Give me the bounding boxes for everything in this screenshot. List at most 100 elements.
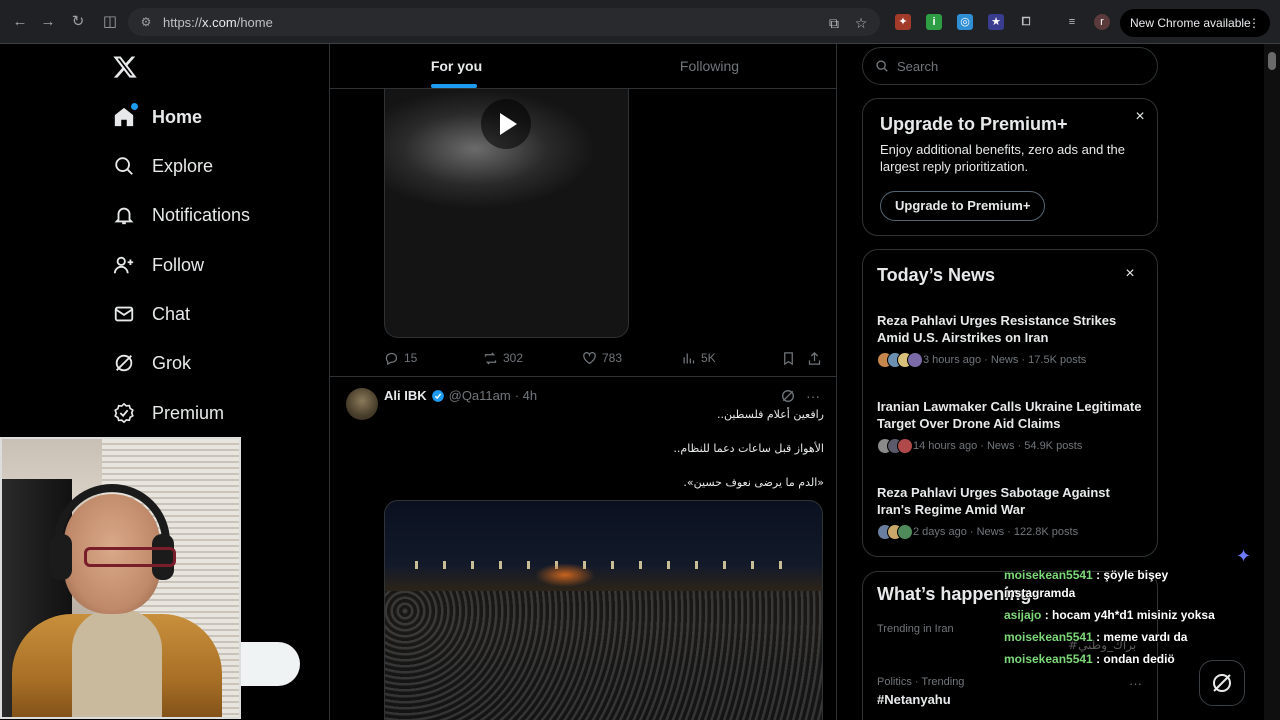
nav-label: Explore: [152, 155, 214, 176]
news-item[interactable]: Iranian Lawmaker Calls Ukraine Legitimat…: [877, 398, 1147, 454]
post-time[interactable]: · 4h: [515, 388, 537, 403]
nav-chat[interactable]: Chat: [112, 298, 190, 330]
chat-message: moisekean5541 : meme vardı da: [1004, 630, 1188, 644]
share-button[interactable]: [807, 348, 827, 368]
views-button[interactable]: 5K: [681, 348, 716, 368]
post-media[interactable]: [384, 500, 823, 720]
timeline-tabs: For you Following: [330, 44, 836, 89]
reply-icon: [385, 352, 398, 365]
forward-icon[interactable]: →: [38, 12, 58, 32]
nav-home[interactable]: Home: [112, 101, 202, 133]
media-fire-glow: [535, 563, 595, 587]
like-button[interactable]: 783: [582, 348, 622, 368]
extension-info-icon[interactable]: i: [926, 14, 942, 30]
site-settings-icon[interactable]: ⚙: [138, 14, 154, 30]
reply-button[interactable]: 15: [384, 348, 417, 368]
chat-message: moisekean5541 : şöyle bişey: [1004, 568, 1169, 582]
repost-button[interactable]: 302: [483, 348, 523, 368]
tab-following[interactable]: Following: [583, 44, 836, 89]
timeline: For you Following 15 302 783 5K Ali IBK …: [329, 44, 837, 720]
page-scrollbar[interactable]: [1264, 44, 1280, 720]
news-headline: Reza Pahlavi Urges Sabotage Against Iran…: [877, 485, 1110, 517]
chat-message: instagramda: [1004, 586, 1076, 600]
post-menu: ···: [780, 388, 820, 404]
trend-context[interactable]: Trending in Iran: [877, 623, 954, 635]
trend-context[interactable]: Politics · Trending: [877, 676, 964, 688]
more-icon[interactable]: ···: [806, 388, 820, 404]
news-item[interactable]: Reza Pahlavi Urges Sabotage Against Iran…: [877, 484, 1147, 540]
bell-icon: [112, 203, 136, 227]
author-name[interactable]: Ali IBK: [384, 388, 427, 403]
nav-label: Chat: [152, 303, 191, 324]
search-input[interactable]: Search: [862, 47, 1158, 85]
avatar[interactable]: [346, 388, 378, 420]
headset-earcup: [50, 534, 72, 580]
post-divider: [330, 376, 836, 377]
extension-fox-icon[interactable]: ✦: [895, 14, 911, 30]
news-item[interactable]: Reza Pahlavi Urges Resistance Strikes Am…: [877, 312, 1147, 368]
sparkle-icon: ✦: [1236, 546, 1252, 566]
media-crowd: [385, 591, 822, 720]
search-placeholder: Search: [897, 59, 939, 74]
profile-avatar[interactable]: r: [1094, 14, 1110, 30]
grok-icon: [112, 351, 136, 375]
stream-chat-overlay: moisekean5541 : şöyle bişey instagramda …: [1004, 566, 1244, 672]
chrome-update-button[interactable]: New Chrome available ⋮: [1120, 9, 1270, 37]
grok-floating-button[interactable]: [1199, 660, 1245, 706]
avatar-stack: [877, 524, 913, 540]
split-view-icon[interactable]: ◫: [100, 12, 120, 32]
nav-notifications[interactable]: Notifications: [112, 199, 250, 231]
address-bar[interactable]: ⚙ https://x.com/home ⧉ ☆: [128, 8, 880, 36]
reply-count: 15: [404, 351, 418, 365]
media-lights: [415, 561, 795, 569]
extensions-puzzle-icon[interactable]: ⧠: [1018, 14, 1034, 30]
tab-for-you[interactable]: For you: [330, 44, 583, 89]
avatar-stack: [877, 438, 913, 454]
share-icon: [808, 351, 821, 365]
nav-premium[interactable]: Premium: [112, 397, 224, 429]
url-text: https://x.com/home: [163, 15, 273, 30]
news-headline: Iranian Lawmaker Calls Ukraine Legitimat…: [877, 399, 1142, 431]
chrome-update-label: New Chrome available: [1130, 16, 1251, 30]
webcam-overlay: [0, 437, 241, 719]
close-icon[interactable]: ×: [1122, 266, 1138, 282]
bookmark-button[interactable]: [781, 348, 801, 368]
extension-star-icon[interactable]: ★: [988, 14, 1004, 30]
install-app-icon[interactable]: ⧉: [825, 14, 843, 32]
post-text: رافعين أعلام فلسطين.. الأهواز قبل ساعات …: [384, 406, 824, 492]
back-icon[interactable]: ←: [10, 12, 30, 32]
search-icon: [112, 154, 136, 178]
envelope-icon: [112, 302, 136, 326]
post-video[interactable]: [384, 89, 629, 338]
x-logo-icon[interactable]: [112, 54, 138, 80]
reading-list-icon[interactable]: ≡: [1064, 14, 1080, 30]
nav-grok[interactable]: Grok: [112, 347, 191, 379]
nav-explore[interactable]: Explore: [112, 150, 213, 182]
scrollbar-thumb[interactable]: [1268, 52, 1276, 70]
webcam-hoodie: [72, 609, 162, 717]
news-headline: Reza Pahlavi Urges Resistance Strikes Am…: [877, 313, 1117, 345]
post-line: الأهواز قبل ساعات دعما للنظام..: [673, 442, 824, 455]
nav-follow[interactable]: Follow: [112, 249, 204, 281]
nav-label: Grok: [152, 352, 192, 373]
notification-dot: [131, 103, 138, 110]
reload-icon[interactable]: ↻: [68, 12, 88, 32]
upgrade-premium-button[interactable]: Upgrade to Premium+: [880, 191, 1046, 221]
trend-name[interactable]: #Netanyahu: [877, 692, 951, 707]
nav-label: Home: [152, 106, 203, 127]
author-handle[interactable]: @Qa11am: [449, 388, 511, 403]
post-author[interactable]: Ali IBK @Qa11am · 4h: [384, 388, 537, 403]
heart-icon: [583, 351, 596, 364]
more-vert-icon[interactable]: ⋮: [1248, 9, 1260, 37]
bookmark-star-icon[interactable]: ☆: [852, 14, 870, 32]
nav-label: Premium: [152, 402, 225, 423]
play-icon[interactable]: [481, 99, 531, 149]
active-tab-indicator: [431, 84, 477, 88]
avatar-stack: [877, 352, 923, 368]
extension-circle-icon[interactable]: ◎: [957, 14, 973, 30]
premium-title: Upgrade to Premium+: [880, 114, 1068, 134]
grok-explain-icon[interactable]: [780, 388, 796, 404]
close-icon[interactable]: ×: [1132, 109, 1148, 125]
view-count: 5K: [701, 351, 716, 365]
more-icon[interactable]: ···: [1129, 676, 1142, 691]
